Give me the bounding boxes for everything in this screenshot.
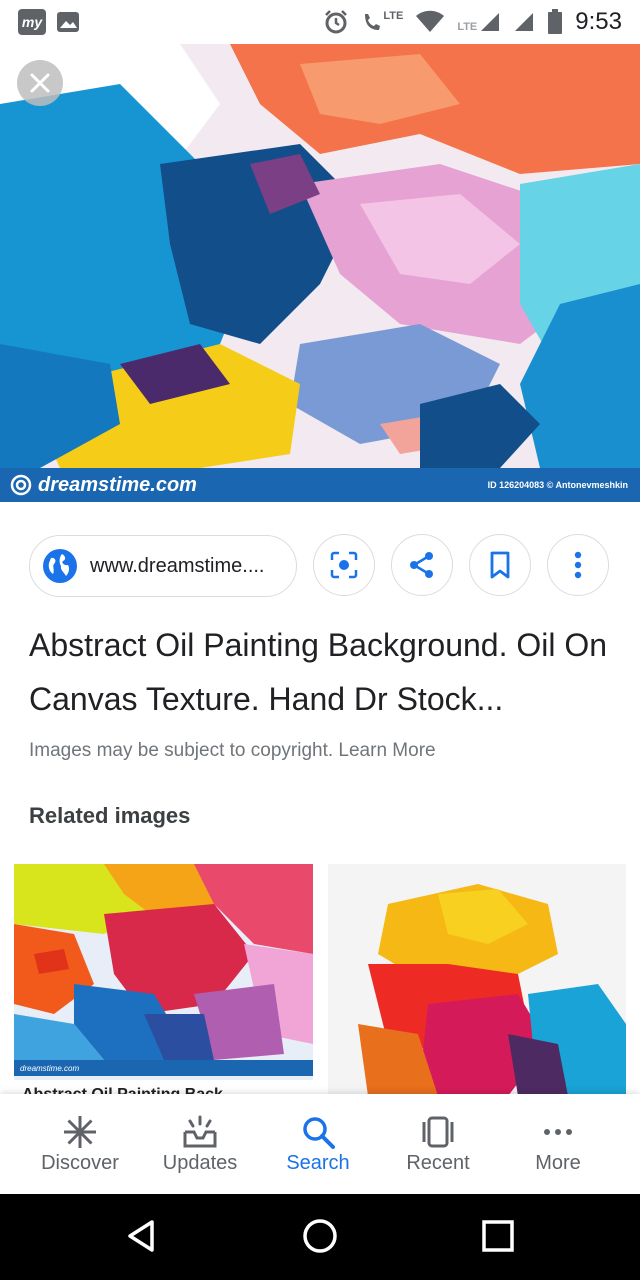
site-url: www.dreamstime.... bbox=[90, 554, 265, 577]
close-icon bbox=[30, 73, 50, 93]
my-app-icon: my bbox=[18, 9, 46, 35]
bookmark-button[interactable] bbox=[469, 534, 531, 596]
watermark-brand: dreamstime.com bbox=[38, 473, 197, 496]
recents-icon[interactable] bbox=[476, 1214, 520, 1258]
more-options-button[interactable] bbox=[547, 534, 609, 596]
signal-icon-2 bbox=[515, 13, 534, 31]
recent-tabs-icon bbox=[422, 1116, 454, 1148]
more-vert-icon bbox=[574, 551, 582, 579]
nav-discover-label: Discover bbox=[41, 1152, 119, 1174]
visit-site-chip[interactable]: www.dreamstime.... bbox=[29, 535, 297, 597]
lens-button[interactable] bbox=[313, 534, 375, 596]
nav-discover[interactable]: Discover bbox=[20, 1094, 140, 1194]
gallery-icon bbox=[57, 12, 79, 32]
nav-more-label: More bbox=[535, 1152, 581, 1174]
home-icon[interactable] bbox=[298, 1214, 342, 1258]
wifi-icon bbox=[416, 10, 445, 32]
nav-recent-label: Recent bbox=[406, 1152, 470, 1174]
system-navigation-bar bbox=[0, 1194, 640, 1280]
bottom-navigation: Discover Updates Search Recent More bbox=[0, 1094, 640, 1194]
share-icon bbox=[410, 552, 433, 578]
related-thumbnail-1[interactable] bbox=[14, 864, 313, 1080]
nav-updates-label: Updates bbox=[162, 1152, 238, 1174]
more-horiz-icon bbox=[544, 1129, 572, 1135]
bookmark-icon bbox=[490, 551, 510, 579]
action-row: www.dreamstime.... bbox=[29, 534, 609, 598]
watermark-bar: dreamstime.com ID 126204083 © Antonevmes… bbox=[0, 468, 640, 502]
copyright-notice[interactable]: Images may be subject to copyright. Lear… bbox=[29, 740, 436, 762]
related-images-heading: Related images bbox=[29, 803, 191, 828]
battery-icon bbox=[548, 9, 563, 34]
lens-icon bbox=[330, 551, 358, 579]
search-icon bbox=[303, 1117, 335, 1149]
lte-label-2: LTE bbox=[457, 21, 478, 33]
share-button[interactable] bbox=[391, 534, 453, 596]
close-button[interactable] bbox=[17, 60, 63, 106]
nav-more[interactable]: More bbox=[498, 1094, 618, 1194]
signal-icon bbox=[481, 13, 500, 31]
nav-search[interactable]: Search bbox=[258, 1094, 378, 1194]
back-icon[interactable] bbox=[120, 1214, 164, 1258]
result-title[interactable]: Abstract Oil Painting Background. Oil On… bbox=[29, 618, 619, 726]
nav-recent[interactable]: Recent bbox=[378, 1094, 498, 1194]
asterisk-icon bbox=[64, 1116, 96, 1148]
status-bar: my LTE LTE 9:53 bbox=[0, 0, 640, 44]
clock: 9:53 bbox=[575, 8, 622, 35]
alarm-icon bbox=[325, 10, 348, 34]
globe-icon bbox=[43, 549, 77, 583]
thumbnail-watermark-bar: dreamstime.com bbox=[14, 1060, 313, 1076]
dreamstime-swirl-icon bbox=[10, 474, 32, 496]
lte-label: LTE bbox=[383, 10, 404, 22]
hero-image[interactable] bbox=[0, 44, 640, 468]
thumbnail-watermark-brand: dreamstime.com bbox=[20, 1063, 80, 1073]
volte-call-icon bbox=[365, 14, 381, 30]
watermark-id: ID 126204083 © Antonevmeshkin bbox=[487, 480, 628, 490]
nav-updates[interactable]: Updates bbox=[140, 1094, 260, 1194]
dreamstime-logo: dreamstime.com bbox=[10, 474, 197, 497]
related-thumbnail-2[interactable] bbox=[328, 864, 626, 1096]
updates-tray-icon bbox=[183, 1115, 217, 1148]
nav-search-label: Search bbox=[286, 1152, 350, 1174]
